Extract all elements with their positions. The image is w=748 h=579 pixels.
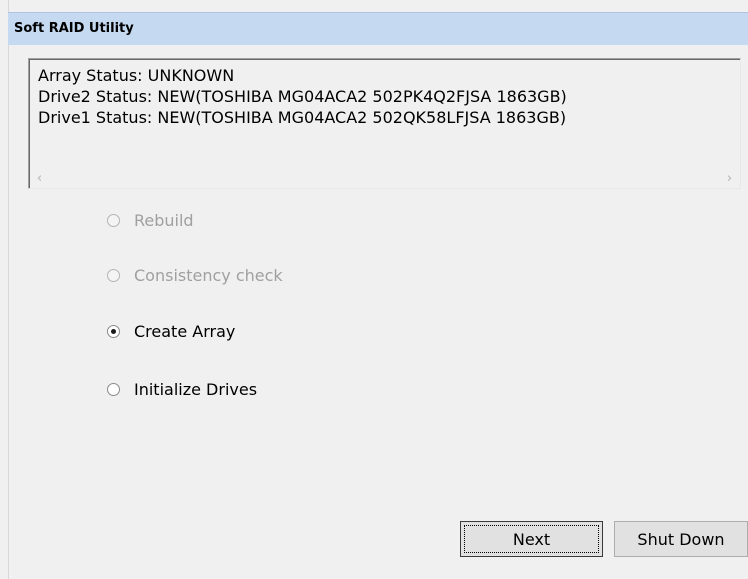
option-rebuild[interactable]: Rebuild	[107, 209, 194, 231]
rebuild-radio[interactable]	[107, 213, 120, 227]
option-create-array[interactable]: Create Array	[107, 320, 235, 342]
consistency-check-radio[interactable]	[107, 268, 120, 282]
window-title: Soft RAID Utility	[14, 21, 134, 36]
rebuild-label: Rebuild	[134, 210, 194, 230]
drive2-status-line: Drive2 Status: NEW(TOSHIBA MG04ACA2 502P…	[38, 87, 567, 106]
title-bar[interactable]: Soft RAID Utility	[8, 12, 748, 45]
chevron-right-icon[interactable]: ›	[721, 171, 738, 186]
shut-down-button-label: Shut Down	[637, 529, 725, 549]
next-button[interactable]: Next	[460, 521, 603, 557]
soft-raid-utility-window: Soft RAID Utility Array Status: UNKNOWN D…	[0, 0, 748, 579]
window-left-border	[0, 0, 9, 579]
option-initialize-drives[interactable]: Initialize Drives	[107, 378, 257, 400]
create-array-radio[interactable]	[107, 324, 120, 338]
horizontal-scrollbar[interactable]: ‹ ›	[30, 170, 739, 187]
shut-down-button[interactable]: Shut Down	[614, 521, 748, 557]
status-text-box[interactable]: Array Status: UNKNOWN Drive2 Status: NEW(…	[28, 58, 741, 189]
chevron-left-icon[interactable]: ‹	[31, 171, 48, 186]
option-consistency-check[interactable]: Consistency check	[107, 264, 283, 286]
array-status-line: Array Status: UNKNOWN	[38, 66, 235, 85]
focus-rectangle	[464, 525, 599, 553]
status-lines: Array Status: UNKNOWN Drive2 Status: NEW(…	[38, 65, 567, 128]
initialize-drives-radio[interactable]	[107, 382, 120, 396]
initialize-drives-label: Initialize Drives	[134, 379, 258, 399]
drive1-status-line: Drive1 Status: NEW(TOSHIBA MG04ACA2 502Q…	[38, 108, 567, 127]
create-array-label: Create Array	[134, 321, 236, 341]
consistency-check-label: Consistency check	[134, 265, 283, 285]
